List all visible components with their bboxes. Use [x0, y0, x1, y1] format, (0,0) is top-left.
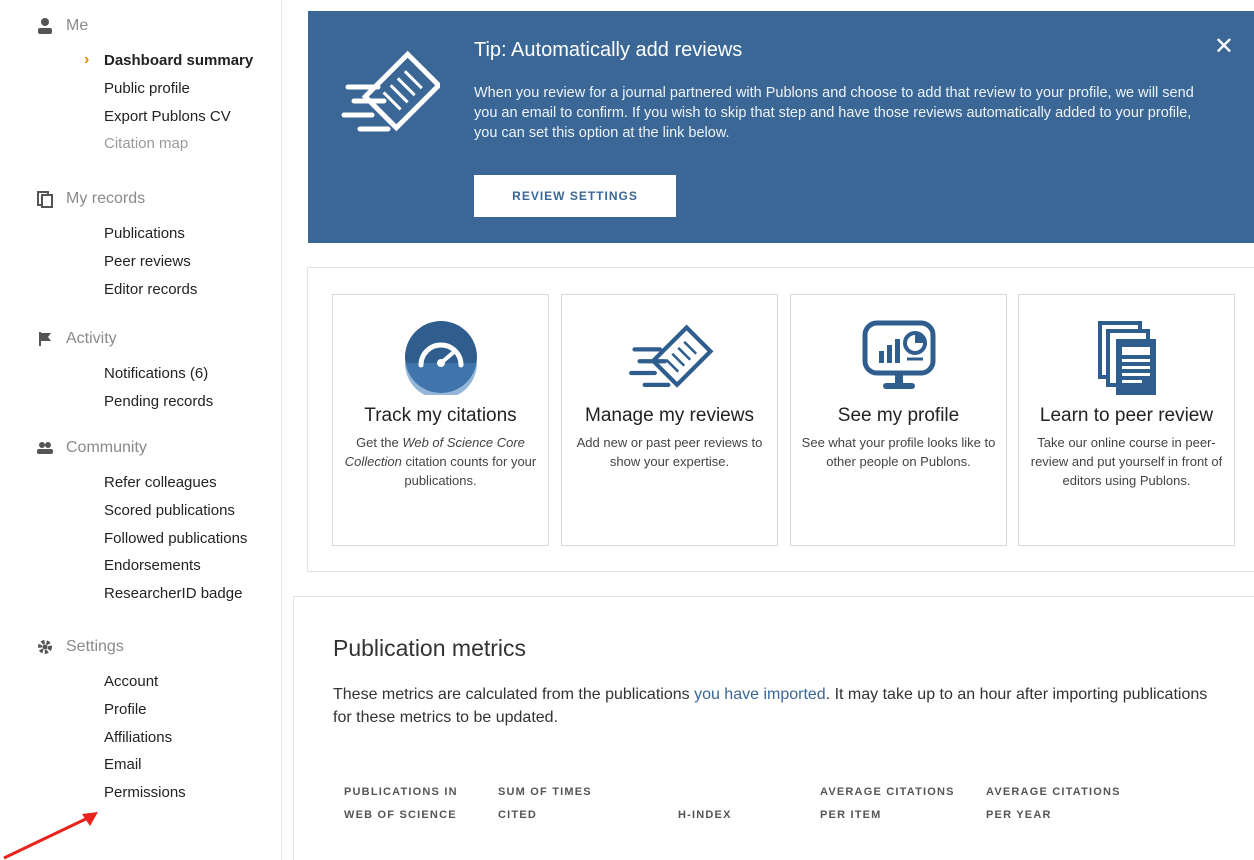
sidebar-section-title: Me [66, 17, 89, 34]
sidebar-section-title: My records [66, 190, 146, 207]
tip-banner: Tip: Automatically add reviews When you … [308, 11, 1254, 243]
sidebar-item-publications[interactable]: Publications [104, 225, 185, 243]
sidebar-item-public-profile[interactable]: Public profile [104, 80, 190, 98]
sidebar-item-peer-reviews[interactable]: Peer reviews [104, 253, 191, 271]
sidebar-item-account[interactable]: Account [104, 673, 158, 691]
metrics-column-header: H-INDEX [678, 809, 732, 821]
chevron-right-icon: › [84, 51, 90, 68]
card-title: Learn to peer review [1039, 405, 1214, 426]
sidebar-item-citation-map[interactable]: Citation map [104, 135, 188, 153]
sidebar-item-profile[interactable]: Profile [104, 701, 147, 719]
card-title: See my profile [837, 405, 960, 426]
documents-stack-icon [1097, 321, 1156, 395]
publication-metrics-panel: Publication metrics These metrics are ca… [293, 596, 1254, 860]
metrics-column-header: AVERAGE CITATIONS PER ITEM [820, 786, 955, 821]
flying-document-icon [628, 324, 713, 388]
card-description: See what your profile looks like to othe… [801, 435, 996, 469]
sidebar-item-endorsements[interactable]: Endorsements [104, 557, 201, 575]
quick-actions-panel: Track my citations Get the Web of Scienc… [307, 267, 1254, 572]
flying-document-icon [341, 50, 440, 132]
card-title: Track my citations [364, 405, 517, 426]
sidebar-section-title: Community [66, 439, 147, 456]
sidebar-item-export-publons-cv[interactable]: Export Publons CV [104, 108, 231, 126]
card-see-profile[interactable]: See my profile See what your profile loo… [790, 294, 1007, 546]
metrics-title: Publication metrics [333, 635, 527, 661]
gear-icon [36, 638, 54, 656]
metrics-column-header: PUBLICATIONS IN WEB OF SCIENCE [344, 786, 458, 821]
group-icon [36, 439, 54, 457]
sidebar-item-pending-records[interactable]: Pending records [104, 393, 213, 411]
review-settings-button[interactable]: REVIEW SETTINGS [474, 175, 676, 217]
sidebar-item-affiliations[interactable]: Affiliations [104, 729, 172, 747]
person-icon [36, 17, 54, 35]
sidebar-item-dashboard-summary[interactable]: Dashboard summary [104, 52, 253, 70]
flag-icon [36, 330, 54, 348]
metrics-description: These metrics are calculated from the pu… [333, 686, 1208, 726]
sidebar-section-title: Settings [66, 638, 124, 655]
card-manage-reviews[interactable]: Manage my reviews Add new or past peer r… [561, 294, 778, 546]
sidebar-item-email[interactable]: Email [104, 756, 142, 774]
metrics-column-header: SUM OF TIMES CITED [498, 786, 592, 821]
sidebar-item-researcherid-badge[interactable]: ResearcherID badge [104, 585, 242, 603]
gauge-icon [404, 321, 477, 395]
sidebar-item-editor-records[interactable]: Editor records [104, 281, 197, 299]
you-have-imported-link[interactable]: you have imported [694, 686, 826, 703]
sidebar-item-scored-publications[interactable]: Scored publications [104, 502, 235, 520]
close-icon[interactable]: ✕ [1214, 35, 1234, 59]
tip-title: Tip: Automatically add reviews [474, 39, 743, 61]
sidebar: Me › Dashboard summary Public profile Export… [0, 0, 282, 860]
card-description: Get the Web of Science Core Collection c… [344, 435, 537, 488]
sidebar-section-me: Me [38, 14, 89, 38]
sidebar-item-notifications-6[interactable]: Notifications (6) [104, 365, 208, 383]
monitor-chart-icon [862, 320, 935, 389]
card-title: Manage my reviews [585, 405, 754, 426]
annotation-arrow [3, 812, 98, 860]
sidebar-section-community: Community [37, 436, 147, 460]
card-description: Add new or past peer reviews to show you… [576, 435, 763, 469]
card-description: Take our online course in peer-review an… [1030, 435, 1223, 488]
sidebar-section-settings: Settings [38, 635, 124, 659]
sidebar-item-permissions[interactable]: Permissions [104, 784, 186, 802]
sidebar-section-title: Activity [66, 330, 117, 347]
card-track-citations[interactable]: Track my citations Get the Web of Scienc… [332, 294, 549, 546]
sidebar-section-activity: Activity [39, 327, 117, 351]
card-learn-peer-review[interactable]: Learn to peer review Take our online cou… [1018, 294, 1235, 546]
copy-icon [36, 190, 54, 208]
sidebar-item-followed-publications[interactable]: Followed publications [104, 530, 247, 548]
sidebar-section-my-records: My records [37, 187, 146, 211]
sidebar-item-refer-colleagues[interactable]: Refer colleagues [104, 474, 217, 492]
tip-body: When you review for a journal partnered … [474, 85, 1194, 141]
metrics-column-header: AVERAGE CITATIONS PER YEAR [986, 786, 1121, 821]
